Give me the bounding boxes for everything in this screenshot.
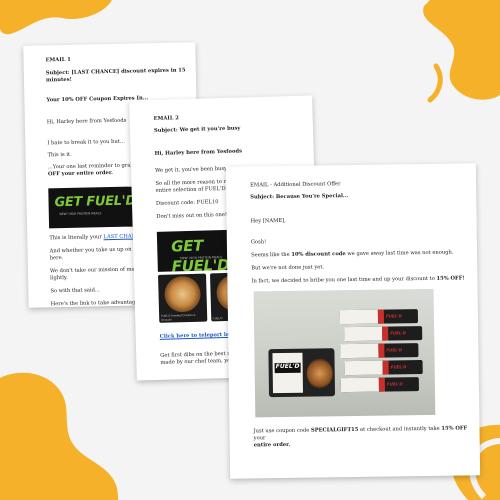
email-1-subject: Subject: [LAST CHANCE] discount expires … — [45, 67, 186, 84]
email-1-banner-tag: 'NEW' HIGH PROTEIN MEALS — [58, 211, 102, 217]
email-2-subject: Subject: We get it you're busy — [153, 125, 241, 134]
stacked-tray-1: FUEL'D — [339, 309, 419, 325]
photo-brand: FUEL'D — [274, 362, 301, 374]
email-3-subject: Subject: Because You're Special... — [250, 193, 349, 201]
stacked-tray-2: FUEL'D — [344, 326, 423, 342]
email-3-greeting: Hey [NAME], — [250, 217, 286, 225]
meal-card-1: FUEL'D Smoked Chicken & Gnocchi — [158, 273, 208, 323]
product-photo: FUEL'D FUEL'D FUEL'D FUEL'D FUEL'D FUEL'… — [253, 288, 436, 418]
email-3-line-4: In fact, we decided to bribe you one las… — [251, 275, 465, 285]
stacked-tray-3: FUEL'D — [340, 343, 419, 359]
email-3-document: EMAIL - Additional Discount Offer Subjec… — [225, 163, 481, 479]
email-3-line-2: Seems like the 10% discount code we gave… — [251, 249, 454, 259]
stacked-tray-4: FUEL'D — [344, 360, 423, 376]
email-2-greeting: Hi, Harley here from Yesfoods — [154, 148, 243, 157]
orange-blob-top-right — [423, 0, 500, 103]
meal-image — [164, 275, 202, 313]
stacked-tray-5: FUEL'D — [340, 377, 419, 393]
meal-image — [306, 358, 333, 389]
email-3-line-1: Gosh! — [250, 239, 267, 246]
email-3-line-3: But we're not done just yet. — [251, 264, 325, 272]
email-3-label: EMAIL - Additional Discount Offer — [250, 181, 341, 189]
orange-blob-bottom-left — [0, 372, 119, 500]
open-meal-tray: FUEL'D — [268, 348, 336, 398]
email-2-label: EMAIL 2 — [153, 115, 179, 122]
meal-card-1-caption: FUEL'D Smoked Chicken & Gnocchi — [161, 313, 196, 322]
email-1-label: EMAIL 1 — [45, 56, 71, 64]
email-1-banner-brand: GET FUEL'D — [54, 193, 137, 211]
